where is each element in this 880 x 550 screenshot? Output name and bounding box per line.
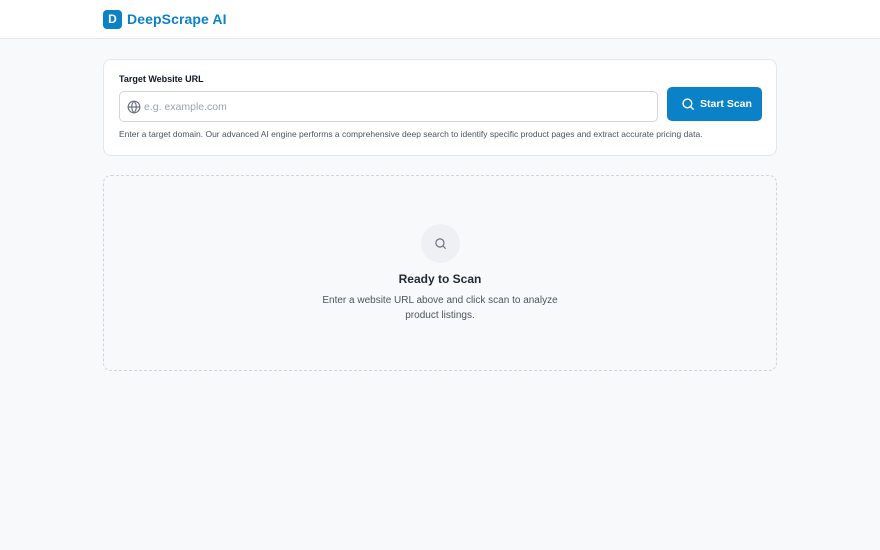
url-input[interactable] (144, 92, 644, 121)
empty-state-description: Enter a website URL above and click scan… (322, 295, 558, 321)
url-input-container[interactable] (119, 91, 658, 122)
scan-form-card: Target Website URL Start Scan Enter a ta… (103, 59, 777, 156)
logo-badge[interactable]: D (103, 10, 122, 29)
search-icon (435, 238, 446, 249)
helper-text: Enter a target domain. Our advanced AI e… (119, 129, 703, 139)
url-field-label: Target Website URL (119, 74, 204, 84)
empty-state-title: Ready to Scan (398, 272, 482, 286)
top-bar: D DeepScrape AI (0, 0, 880, 39)
start-scan-label: Start Scan (700, 98, 752, 110)
empty-state-panel: Ready to Scan Enter a website URL above … (103, 175, 777, 371)
search-icon (682, 98, 694, 110)
start-scan-button[interactable]: Start Scan (667, 87, 762, 121)
globe-icon (127, 100, 141, 114)
empty-state-icon-circle (421, 224, 460, 263)
brand-name[interactable]: DeepScrape AI (127, 10, 227, 29)
